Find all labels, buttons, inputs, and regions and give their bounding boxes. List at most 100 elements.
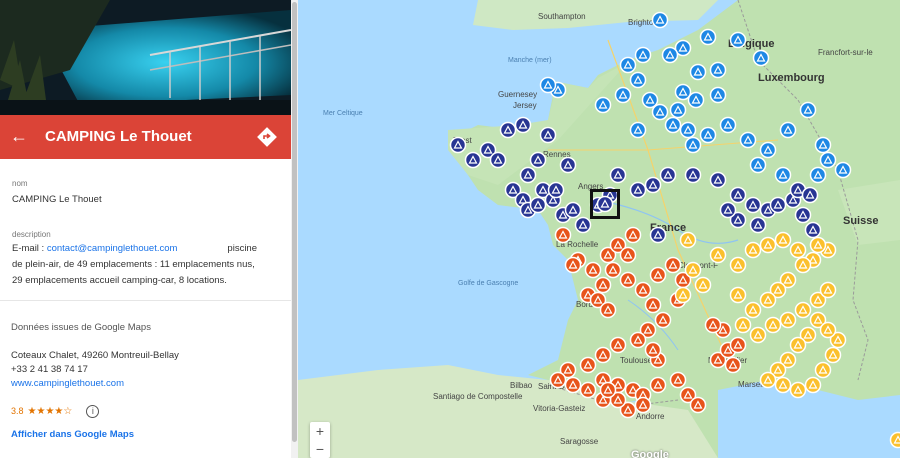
camping-marker[interactable]	[679, 231, 697, 249]
camping-marker[interactable]	[801, 186, 819, 204]
camping-marker[interactable]	[769, 196, 787, 214]
camping-marker[interactable]	[649, 226, 667, 244]
camping-marker[interactable]	[789, 336, 807, 354]
selected-marker-highlight[interactable]	[590, 189, 620, 219]
camping-marker[interactable]	[709, 171, 727, 189]
camping-marker[interactable]	[549, 371, 567, 389]
camping-marker[interactable]	[819, 151, 837, 169]
camping-marker[interactable]	[729, 186, 747, 204]
camping-marker[interactable]	[579, 381, 597, 399]
camping-marker[interactable]	[649, 376, 667, 394]
camping-marker[interactable]	[689, 63, 707, 81]
camping-marker[interactable]	[759, 236, 777, 254]
map-canvas[interactable]: Southampton Brighton Manche (mer) Belgique L…	[298, 0, 900, 458]
camping-marker[interactable]	[774, 231, 792, 249]
camping-marker[interactable]	[629, 181, 647, 199]
camping-marker[interactable]	[594, 276, 612, 294]
camping-marker[interactable]	[729, 256, 747, 274]
info-icon[interactable]: i	[86, 404, 100, 418]
camping-marker[interactable]	[679, 121, 697, 139]
camping-marker[interactable]	[734, 316, 752, 334]
camping-marker[interactable]	[749, 156, 767, 174]
camping-marker[interactable]	[651, 11, 669, 29]
camping-marker[interactable]	[684, 261, 702, 279]
back-arrow-icon[interactable]: ←	[10, 126, 30, 146]
camping-marker[interactable]	[684, 136, 702, 154]
camping-marker[interactable]	[819, 281, 837, 299]
camping-marker[interactable]	[729, 286, 747, 304]
camping-marker[interactable]	[724, 356, 742, 374]
camping-marker[interactable]	[584, 261, 602, 279]
camping-marker[interactable]	[619, 56, 637, 74]
camping-marker[interactable]	[574, 216, 592, 234]
camping-marker[interactable]	[709, 61, 727, 79]
camping-marker[interactable]	[719, 201, 737, 219]
camping-marker[interactable]	[449, 136, 467, 154]
camping-marker[interactable]	[674, 286, 692, 304]
camping-marker[interactable]	[694, 276, 712, 294]
camping-marker[interactable]	[804, 376, 822, 394]
camping-marker[interactable]	[744, 241, 762, 259]
camping-marker[interactable]	[464, 151, 482, 169]
camping-marker[interactable]	[794, 206, 812, 224]
camping-marker[interactable]	[489, 151, 507, 169]
camping-marker[interactable]	[774, 166, 792, 184]
camping-marker[interactable]	[664, 116, 682, 134]
camping-marker[interactable]	[634, 281, 652, 299]
camping-marker[interactable]	[614, 86, 632, 104]
camping-marker[interactable]	[629, 121, 647, 139]
camping-marker[interactable]	[764, 316, 782, 334]
camping-marker[interactable]	[661, 46, 679, 64]
camping-marker[interactable]	[554, 226, 572, 244]
camping-marker[interactable]	[499, 121, 517, 139]
camping-markers[interactable]	[298, 0, 900, 458]
zoom-in-button[interactable]: +	[310, 422, 330, 440]
camping-marker[interactable]	[529, 151, 547, 169]
camping-marker[interactable]	[789, 381, 807, 399]
camping-marker[interactable]	[744, 301, 762, 319]
camping-marker[interactable]	[779, 121, 797, 139]
camping-marker[interactable]	[529, 196, 547, 214]
camping-marker[interactable]	[634, 396, 652, 414]
camping-marker[interactable]	[779, 311, 797, 329]
camping-marker[interactable]	[564, 201, 582, 219]
camping-marker[interactable]	[739, 131, 757, 149]
camping-marker[interactable]	[804, 221, 822, 239]
camping-marker[interactable]	[644, 176, 662, 194]
camping-marker[interactable]	[834, 161, 852, 179]
zoom-out-button[interactable]: −	[310, 440, 330, 458]
camping-marker[interactable]	[789, 241, 807, 259]
camping-marker[interactable]	[809, 166, 827, 184]
email-link[interactable]: contact@campinglethouet.com	[47, 243, 178, 254]
camping-marker[interactable]	[814, 136, 832, 154]
camping-marker[interactable]	[669, 101, 687, 119]
camping-marker[interactable]	[709, 86, 727, 104]
camping-marker[interactable]	[794, 256, 812, 274]
camping-marker[interactable]	[759, 141, 777, 159]
directions-icon[interactable]	[256, 126, 278, 148]
camping-marker[interactable]	[619, 246, 637, 264]
camping-marker[interactable]	[594, 346, 612, 364]
camping-marker[interactable]	[634, 46, 652, 64]
camping-marker[interactable]	[599, 381, 617, 399]
camping-marker[interactable]	[649, 266, 667, 284]
camping-marker[interactable]	[752, 49, 770, 67]
camping-marker[interactable]	[539, 126, 557, 144]
camping-marker[interactable]	[514, 116, 532, 134]
camping-marker[interactable]	[824, 346, 842, 364]
camping-marker[interactable]	[564, 376, 582, 394]
camping-marker[interactable]	[699, 28, 717, 46]
camping-marker[interactable]	[744, 196, 762, 214]
camping-marker[interactable]	[629, 331, 647, 349]
open-in-google-maps-link[interactable]: Afficher dans Google Maps	[11, 429, 281, 440]
camping-marker[interactable]	[819, 321, 837, 339]
camping-marker[interactable]	[799, 101, 817, 119]
camping-marker[interactable]	[609, 166, 627, 184]
camping-marker[interactable]	[749, 216, 767, 234]
camping-marker[interactable]	[579, 356, 597, 374]
camping-marker[interactable]	[651, 103, 669, 121]
camping-marker[interactable]	[687, 91, 705, 109]
camping-marker[interactable]	[594, 96, 612, 114]
camping-marker[interactable]	[624, 226, 642, 244]
camping-marker[interactable]	[539, 76, 557, 94]
